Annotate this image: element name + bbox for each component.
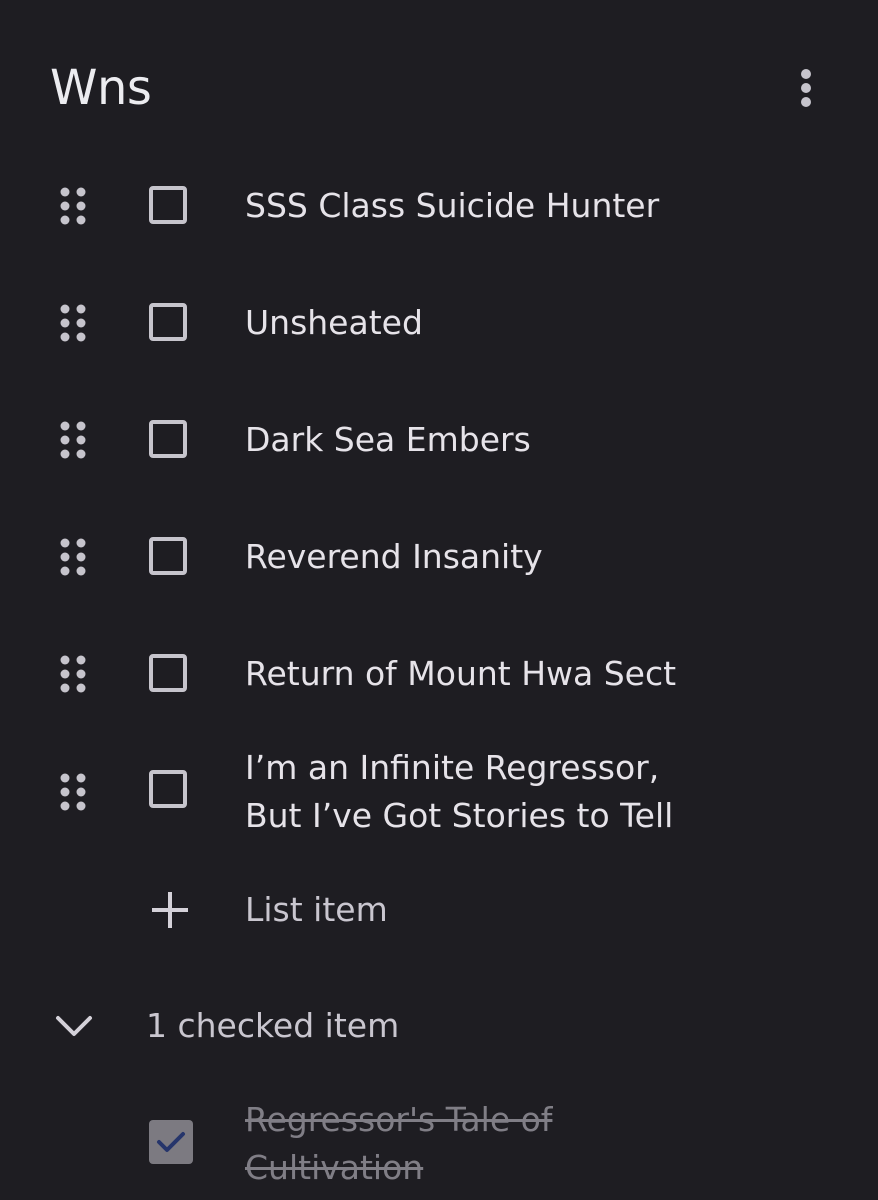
- plus-icon: [152, 892, 188, 928]
- list-item: Dark Sea Embers: [0, 416, 878, 464]
- checked-item-text-line-1[interactable]: Regressor's Tale of: [245, 1096, 552, 1143]
- checked-items-toggle[interactable]: 1 checked item: [0, 996, 878, 1056]
- list-item: Unsheated: [0, 299, 878, 347]
- drag-handle-icon[interactable]: [56, 184, 90, 228]
- item-checkbox[interactable]: [149, 186, 187, 224]
- drag-handle-icon[interactable]: [56, 770, 90, 814]
- item-checkbox[interactable]: [149, 654, 187, 692]
- add-list-item-button[interactable]: List item: [0, 880, 878, 940]
- list-item: I’m an Infinite Regressor, But I’ve Got …: [0, 744, 878, 840]
- checked-item-text-line-2[interactable]: Cultivation: [245, 1144, 423, 1191]
- item-text[interactable]: Return of Mount Hwa Sect: [245, 650, 676, 697]
- add-list-item-label: List item: [245, 890, 388, 929]
- item-text[interactable]: Unsheated: [245, 299, 423, 346]
- item-checkbox-checked[interactable]: [149, 1120, 193, 1164]
- list-item: Reverend Insanity: [0, 533, 878, 581]
- item-checkbox[interactable]: [149, 420, 187, 458]
- drag-handle-icon[interactable]: [56, 418, 90, 462]
- item-checkbox[interactable]: [149, 537, 187, 575]
- item-text[interactable]: Reverend Insanity: [245, 533, 543, 580]
- checked-items-count: 1 checked item: [146, 1006, 400, 1045]
- item-checkbox[interactable]: [149, 770, 187, 808]
- note-title[interactable]: Wns: [50, 58, 152, 118]
- list-item: SSS Class Suicide Hunter: [0, 182, 878, 230]
- more-options-button[interactable]: [784, 64, 828, 112]
- chevron-down-icon: [56, 1016, 92, 1036]
- more-vert-icon: [801, 69, 811, 107]
- drag-handle-icon[interactable]: [56, 301, 90, 345]
- drag-handle-icon[interactable]: [56, 535, 90, 579]
- check-icon: [157, 1132, 185, 1152]
- item-text-line-2[interactable]: But I’ve Got Stories to Tell: [245, 792, 673, 839]
- item-text-line-1[interactable]: I’m an Infinite Regressor,: [245, 744, 659, 791]
- checked-list-item: Regressor's Tale of Cultivation: [0, 1096, 878, 1200]
- item-text[interactable]: Dark Sea Embers: [245, 416, 531, 463]
- item-checkbox[interactable]: [149, 303, 187, 341]
- list-item: Return of Mount Hwa Sect: [0, 650, 878, 698]
- item-text[interactable]: SSS Class Suicide Hunter: [245, 182, 659, 229]
- drag-handle-icon[interactable]: [56, 652, 90, 696]
